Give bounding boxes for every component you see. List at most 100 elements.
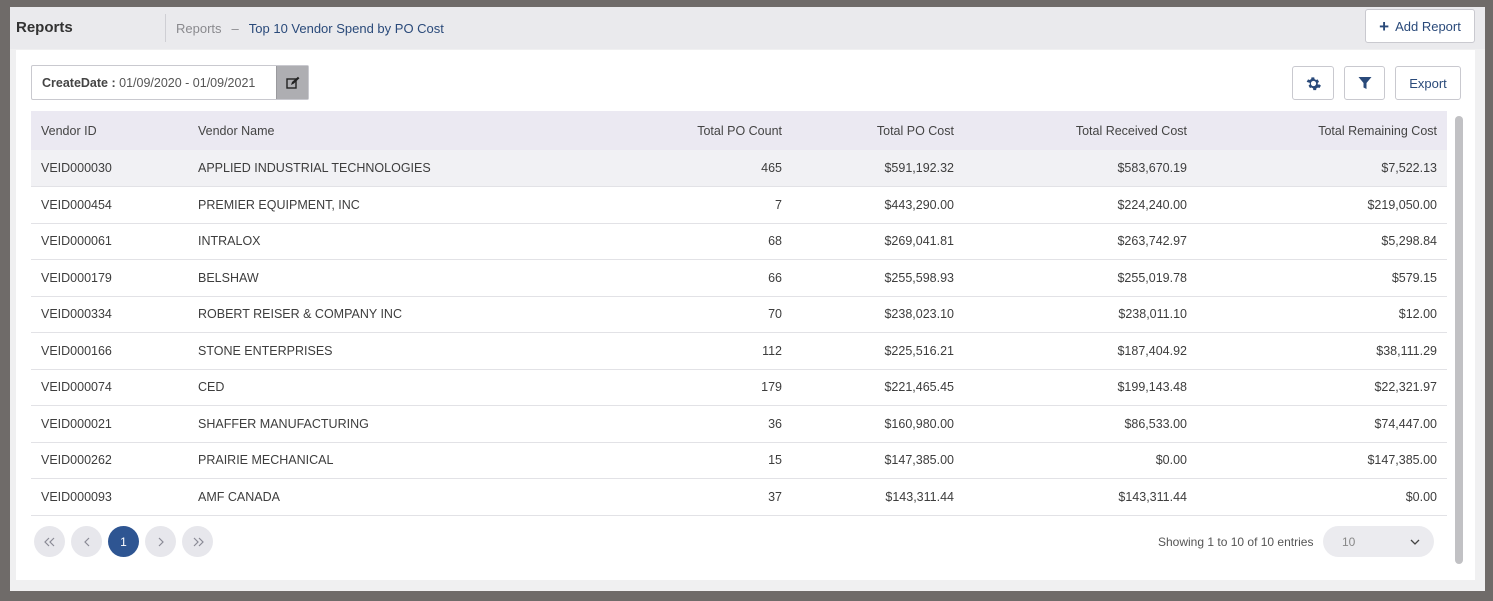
cell-vendor-id: VEID000030: [31, 150, 188, 187]
date-range-value: 01/09/2020 - 01/09/2021: [119, 75, 256, 90]
double-chevron-left-icon: [43, 537, 54, 546]
cell-received-cost: $199,143.48: [964, 369, 1197, 406]
breadcrumb-reports-link[interactable]: Reports: [176, 21, 222, 36]
table-row[interactable]: VEID000262 PRAIRIE MECHANICAL 15 $147,385.0…: [31, 442, 1447, 479]
report-window: Reports Reports – Top 10 Vendor Spend by…: [10, 7, 1485, 591]
previous-page-button[interactable]: [71, 526, 102, 557]
table-row[interactable]: VEID000334 ROBERT REISER & COMPANY INC 70 $…: [31, 296, 1447, 333]
chevron-down-icon: [1410, 539, 1420, 545]
table-row[interactable]: VEID000021 SHAFFER MANUFACTURING 36 $160,98…: [31, 405, 1447, 443]
cell-vendor-name: INTRALOX: [188, 223, 618, 260]
cell-vendor-id: VEID000061: [31, 223, 188, 260]
cell-po-count: 7: [618, 186, 792, 224]
cell-remaining-cost: $579.15: [1197, 259, 1447, 297]
cell-vendor-name: STONE ENTERPRISES: [188, 332, 618, 370]
cell-po-count: 15: [618, 442, 792, 479]
edit-date-button[interactable]: [276, 66, 308, 99]
next-page-button[interactable]: [145, 526, 176, 557]
table-row[interactable]: VEID000166 STONE ENTERPRISES 112 $225,516.2…: [31, 332, 1447, 370]
cell-vendor-name: PREMIER EQUIPMENT, INC: [188, 186, 618, 224]
table-row[interactable]: VEID000074 CED 179 $221,465.45 $199,143.48 $2…: [31, 369, 1447, 406]
cell-po-count: 66: [618, 259, 792, 297]
cell-remaining-cost: $7,522.13: [1197, 150, 1447, 187]
cell-received-cost: $224,240.00: [964, 186, 1197, 224]
cell-vendor-name: BELSHAW: [188, 259, 618, 297]
last-page-button[interactable]: [182, 526, 213, 557]
breadcrumb-separator: –: [231, 20, 239, 36]
column-header-vendor-id[interactable]: Vendor ID: [31, 111, 188, 150]
column-header-received-cost[interactable]: Total Received Cost: [964, 111, 1197, 150]
cell-po-count: 37: [618, 478, 792, 516]
report-table-container: Vendor ID Vendor Name Total PO Count Tot…: [31, 111, 1447, 516]
cell-po-cost: $238,023.10: [792, 296, 964, 333]
cell-po-count: 465: [618, 150, 792, 187]
cell-received-cost: $238,011.10: [964, 296, 1197, 333]
cell-po-count: 70: [618, 296, 792, 333]
app-title: Reports: [10, 14, 166, 42]
cell-vendor-id: VEID000166: [31, 332, 188, 370]
cell-vendor-name: PRAIRIE MECHANICAL: [188, 442, 618, 479]
cell-vendor-id: VEID000093: [31, 478, 188, 516]
chevron-left-icon: [83, 537, 89, 546]
export-button[interactable]: Export: [1395, 66, 1461, 100]
chevron-right-icon: [158, 537, 164, 546]
column-header-vendor-name[interactable]: Vendor Name: [188, 111, 618, 150]
cell-vendor-id: VEID000334: [31, 296, 188, 333]
date-range-text: CreateDate : 01/09/2020 - 01/09/2021: [32, 76, 276, 90]
settings-button[interactable]: [1292, 66, 1334, 100]
cell-remaining-cost: $147,385.00: [1197, 442, 1447, 479]
cell-vendor-id: VEID000454: [31, 186, 188, 224]
column-header-po-count[interactable]: Total PO Count: [618, 111, 792, 150]
add-report-button[interactable]: + Add Report: [1365, 9, 1475, 43]
cell-remaining-cost: $0.00: [1197, 478, 1447, 516]
table-row[interactable]: VEID000454 PREMIER EQUIPMENT, INC 7 $443,29…: [31, 186, 1447, 224]
cell-remaining-cost: $38,111.29: [1197, 332, 1447, 370]
plus-icon: +: [1379, 16, 1390, 36]
cell-received-cost: $583,670.19: [964, 150, 1197, 187]
cell-po-cost: $221,465.45: [792, 369, 964, 406]
date-range-label: CreateDate :: [42, 75, 116, 90]
column-header-po-cost[interactable]: Total PO Cost: [792, 111, 964, 150]
table-row[interactable]: VEID000061 INTRALOX 68 $269,041.81 $263,742.…: [31, 223, 1447, 260]
table-row[interactable]: VEID000179 BELSHAW 66 $255,598.93 $255,019.7…: [31, 259, 1447, 297]
filter-button[interactable]: [1344, 66, 1385, 100]
cell-remaining-cost: $219,050.00: [1197, 186, 1447, 224]
double-chevron-right-icon: [193, 537, 204, 546]
cell-po-cost: $255,598.93: [792, 259, 964, 297]
breadcrumb-current: Top 10 Vendor Spend by PO Cost: [248, 20, 444, 36]
table-row[interactable]: VEID000030 APPLIED INDUSTRIAL TECHNOLOGIE…: [31, 150, 1447, 187]
cell-po-count: 112: [618, 332, 792, 370]
table-row[interactable]: VEID000093 AMF CANADA 37 $143,311.44 $143,31…: [31, 478, 1447, 516]
cell-vendor-id: VEID000262: [31, 442, 188, 479]
cell-po-cost: $225,516.21: [792, 332, 964, 370]
cell-received-cost: $187,404.92: [964, 332, 1197, 370]
page-size-select[interactable]: 10: [1323, 526, 1434, 557]
cell-vendor-id: VEID000021: [31, 405, 188, 443]
cell-vendor-name: ROBERT REISER & COMPANY INC: [188, 296, 618, 333]
cell-po-count: 68: [618, 223, 792, 260]
cell-vendor-id: VEID000179: [31, 259, 188, 297]
vertical-scrollbar[interactable]: [1455, 116, 1463, 564]
date-range-filter[interactable]: CreateDate : 01/09/2020 - 01/09/2021: [31, 65, 309, 100]
cell-po-count: 36: [618, 405, 792, 443]
table-body: VEID000030 APPLIED INDUSTRIAL TECHNOLOGIE…: [31, 150, 1447, 516]
cell-po-cost: $591,192.32: [792, 150, 964, 187]
entries-info: Showing 1 to 10 of 10 entries: [1158, 535, 1314, 549]
cell-remaining-cost: $5,298.84: [1197, 223, 1447, 260]
cell-received-cost: $0.00: [964, 442, 1197, 479]
cell-vendor-name: CED: [188, 369, 618, 406]
cell-received-cost: $86,533.00: [964, 405, 1197, 443]
cell-po-count: 179: [618, 369, 792, 406]
breadcrumb: Reports – Top 10 Vendor Spend by PO Cost: [166, 21, 444, 36]
cell-po-cost: $443,290.00: [792, 186, 964, 224]
first-page-button[interactable]: [34, 526, 65, 557]
add-report-label: Add Report: [1395, 18, 1461, 34]
table-header-row: Vendor ID Vendor Name Total PO Count Tot…: [31, 111, 1447, 150]
page-1-button[interactable]: 1: [108, 526, 139, 557]
cell-received-cost: $263,742.97: [964, 223, 1197, 260]
edit-icon: [285, 76, 299, 89]
cell-received-cost: $143,311.44: [964, 478, 1197, 516]
column-header-remaining-cost[interactable]: Total Remaining Cost: [1197, 111, 1447, 150]
cell-received-cost: $255,019.78: [964, 259, 1197, 297]
filter-icon: [1358, 77, 1371, 89]
